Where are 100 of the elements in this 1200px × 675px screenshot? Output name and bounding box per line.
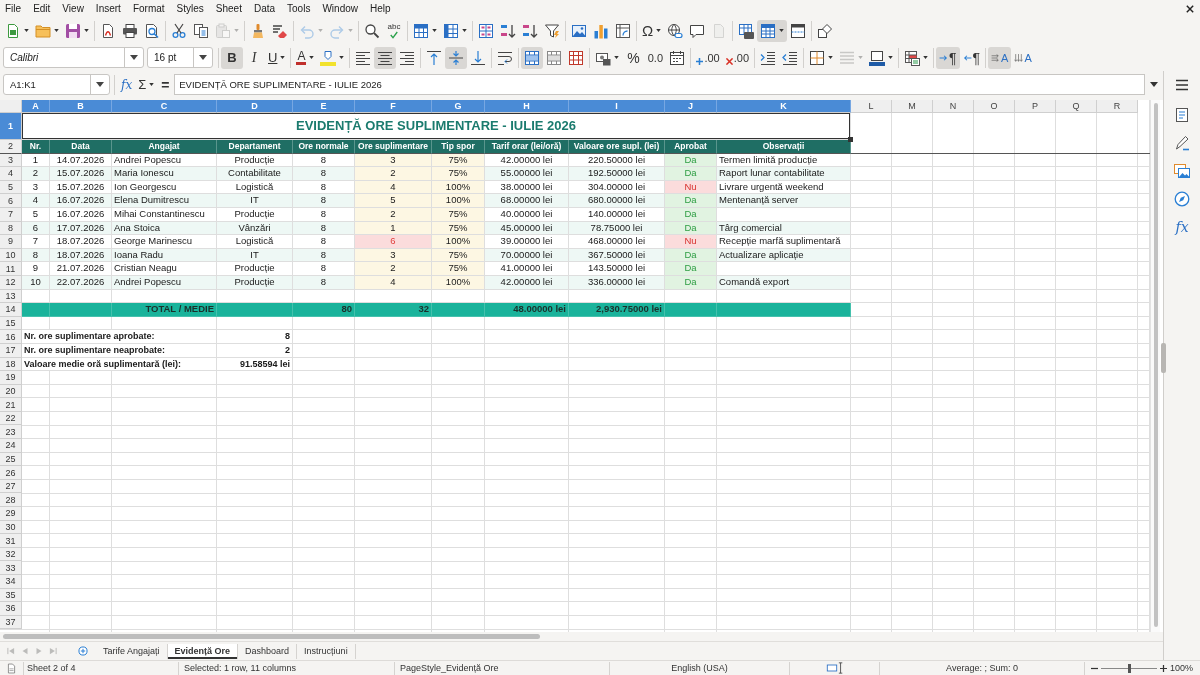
font-color-button[interactable]: A <box>293 46 318 69</box>
row-header[interactable]: 28 <box>0 493 22 508</box>
column-header[interactable]: F <box>355 100 432 113</box>
caret-icon <box>614 56 620 59</box>
menu-item[interactable]: View <box>56 1 90 16</box>
sheet-tab[interactable]: Instrucțiuni <box>297 643 356 659</box>
menu-item[interactable]: Insert <box>89 1 127 16</box>
menu-item[interactable]: Edit <box>27 1 57 16</box>
menu-item[interactable]: Format <box>126 1 171 16</box>
column-header[interactable]: L <box>851 100 892 113</box>
sidebar-handle[interactable] <box>1161 343 1166 373</box>
column-header[interactable]: Q <box>1056 100 1097 113</box>
row-header[interactable]: 4 <box>0 167 22 181</box>
name-box[interactable]: A1:K1 <box>3 74 110 95</box>
selection-handle[interactable] <box>848 137 853 142</box>
menu-item[interactable]: Data <box>247 1 282 16</box>
row-header[interactable]: 21 <box>0 398 22 412</box>
column-header[interactable]: E <box>293 100 355 113</box>
merge-center-button[interactable] <box>521 46 544 69</box>
column-header[interactable]: D <box>217 100 293 113</box>
number-button[interactable]: 0.0 <box>644 46 667 69</box>
language[interactable]: English (USA) <box>671 663 728 673</box>
slider-thumb[interactable] <box>1127 663 1131 673</box>
column-header[interactable]: N <box>933 100 974 113</box>
row-header[interactable]: 2 <box>0 140 22 154</box>
selection-mode-icon[interactable] <box>825 662 844 674</box>
row-header[interactable]: 9 <box>0 235 22 249</box>
column-header[interactable]: B <box>50 100 112 113</box>
column-header[interactable]: K <box>717 100 851 113</box>
column-header[interactable]: O <box>974 100 1015 113</box>
vertical-scrollbar[interactable] <box>1153 103 1158 627</box>
left-to-right-button[interactable]: ¶ <box>936 46 960 69</box>
column-header[interactable]: H <box>485 100 569 113</box>
functions-button[interactable]: fx <box>1169 214 1195 240</box>
vertical-text-button[interactable]: A <box>1011 46 1035 69</box>
date-cell: 16.07.2026 <box>50 194 112 208</box>
menu-item[interactable]: Sheet <box>209 1 248 16</box>
spelling-button[interactable]: abc <box>383 19 405 42</box>
underline-button[interactable]: U <box>265 46 289 69</box>
row-header[interactable]: 23 <box>0 425 22 440</box>
zoom-in-icon[interactable] <box>1160 664 1167 672</box>
bold-button[interactable]: B <box>221 46 243 69</box>
sheet-indicator: Sheet 2 of 4 <box>27 663 76 673</box>
formula-input[interactable]: EVIDENȚĂ ORE SUPLIMENTARE - IULIE 2026 <box>174 74 1145 95</box>
column-header[interactable]: C <box>112 100 217 113</box>
row-header[interactable]: 11 <box>0 262 22 276</box>
sum-button[interactable]: Σ <box>136 73 157 96</box>
close-icon[interactable] <box>1186 4 1194 13</box>
menu-item[interactable]: Styles <box>170 1 210 16</box>
column-header[interactable]: P <box>1015 100 1056 113</box>
sheet-tab[interactable]: Evidență Ore <box>167 643 239 659</box>
column-header[interactable]: A <box>22 100 50 113</box>
table-cell <box>665 303 717 317</box>
row-header[interactable]: 1 <box>0 113 22 140</box>
row-header[interactable]: 24 <box>0 439 22 453</box>
column-header[interactable]: G <box>432 100 485 113</box>
italic-button[interactable]: I <box>243 46 265 69</box>
row-header[interactable]: 34 <box>0 575 22 589</box>
horizontal-text-button[interactable]: A <box>988 46 1012 69</box>
menu-item[interactable]: Window <box>316 1 364 16</box>
skip-start-icon <box>6 646 16 656</box>
menu-item[interactable]: Help <box>364 1 397 16</box>
shapes-icon <box>817 22 834 39</box>
indent-increase-icon <box>760 49 776 66</box>
row-header[interactable]: 14 <box>0 303 22 317</box>
align-center-button[interactable] <box>374 46 397 69</box>
right-to-left-button[interactable]: ¶ <box>959 46 984 69</box>
column-header[interactable]: M <box>892 100 933 113</box>
percent-button[interactable]: % <box>622 46 645 69</box>
zoom-percentage[interactable]: 100% <box>1170 663 1194 673</box>
page-style[interactable]: PageStyle_Evidență Ore <box>400 663 499 673</box>
column-header[interactable]: I <box>569 100 665 113</box>
sheet-tab[interactable]: Tarife Angajați <box>96 643 168 659</box>
formula-button[interactable]: = <box>158 73 173 96</box>
row-header[interactable]: 19 <box>0 371 22 385</box>
row-header[interactable]: 31 <box>0 534 22 548</box>
row-header[interactable]: 26 <box>0 466 22 480</box>
menu-item[interactable]: Tools <box>281 1 317 16</box>
date-cell: 21.07.2026 <box>50 262 112 276</box>
font-size-field[interactable]: 16 pt <box>147 47 213 68</box>
delete-decimal-button[interactable]: .00 <box>722 46 752 69</box>
row-header[interactable]: 29 <box>0 507 22 521</box>
row-header[interactable]: 33 <box>0 561 22 575</box>
column-header[interactable]: R <box>1097 100 1138 113</box>
row-header[interactable]: 6 <box>0 194 22 208</box>
rate-cell: 40.00000 lei <box>485 207 569 222</box>
freeze-rows-button[interactable] <box>757 19 788 42</box>
sheet-tab[interactable]: Dashboard <box>238 643 298 659</box>
menu-item[interactable]: File <box>0 1 28 16</box>
employee-cell: Maria Ionescu <box>112 167 217 181</box>
function-wizard-button[interactable]: fx <box>119 73 135 96</box>
add-sheet-button[interactable] <box>76 644 90 658</box>
font-name-field[interactable]: Calibri <box>3 47 144 68</box>
special-character-button[interactable]: Ω <box>639 19 665 42</box>
horizontal-scrollbar[interactable] <box>3 634 540 639</box>
row-header[interactable]: 16 <box>0 330 22 344</box>
overtime-cell: 5 <box>355 194 432 208</box>
column-header[interactable]: J <box>665 100 717 113</box>
row-header[interactable]: 36 <box>0 602 22 616</box>
add-decimal-button[interactable]: .00 <box>693 46 723 69</box>
